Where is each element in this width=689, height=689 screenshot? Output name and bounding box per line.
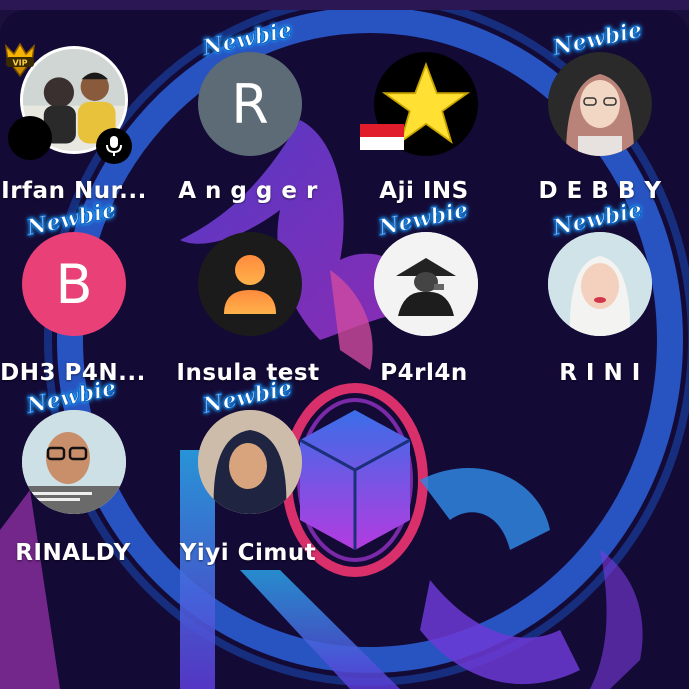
seat-7[interactable]: Newbie P4rl4n — [336, 192, 512, 386]
avatar-letter: R — [231, 72, 269, 136]
top-bar — [0, 0, 689, 10]
seat-10[interactable]: Newbie Yiyi Cimut — [160, 372, 336, 566]
user-avatar[interactable]: B — [22, 232, 126, 336]
status-dot — [8, 116, 52, 160]
user-avatar[interactable] — [548, 52, 652, 156]
seat-9[interactable]: Newbie RINALDY — [0, 372, 162, 566]
seat-6[interactable]: Insula test — [160, 192, 336, 386]
seat-4[interactable]: Newbie D E B B Y — [512, 10, 688, 204]
seat-1[interactable]: VIP Irfan Nur... — [0, 10, 176, 204]
avatar-photo — [548, 52, 652, 156]
seat-panel: VIP Irfan Nur... R Newbie A n g g e r Aj… — [0, 10, 689, 689]
avatar-photo — [198, 410, 302, 514]
seat-8[interactable]: Newbie R I N I — [512, 192, 688, 386]
user-avatar[interactable] — [198, 410, 302, 514]
seat-name: Yiyi Cimut — [179, 540, 317, 566]
person-icon — [224, 255, 276, 314]
user-avatar[interactable] — [22, 410, 126, 514]
seat-name: RINALDY — [15, 540, 131, 566]
user-avatar[interactable] — [374, 232, 478, 336]
user-avatar[interactable] — [198, 232, 302, 336]
indonesia-flag-icon — [360, 124, 404, 150]
user-avatar[interactable]: R — [198, 52, 302, 156]
user-avatar[interactable] — [548, 232, 652, 336]
mic-icon[interactable] — [96, 128, 132, 164]
avatar-letter: B — [55, 252, 93, 316]
seat-name: R I N I — [559, 360, 641, 386]
vip-badge-icon: VIP — [4, 42, 36, 78]
avatar-photo — [22, 410, 126, 514]
seat-3[interactable]: Aji INS — [336, 10, 512, 204]
avatar-photo — [548, 232, 652, 336]
voice-room-screen: VIP Irfan Nur... R Newbie A n g g e r Aj… — [0, 0, 689, 689]
seat-2[interactable]: R Newbie A n g g e r — [160, 10, 336, 204]
svg-text:VIP: VIP — [12, 59, 27, 68]
seat-5[interactable]: B Newbie DH3 P4N... — [0, 192, 162, 386]
avatar-photo — [374, 232, 478, 336]
seat-name: P4rl4n — [380, 360, 468, 386]
